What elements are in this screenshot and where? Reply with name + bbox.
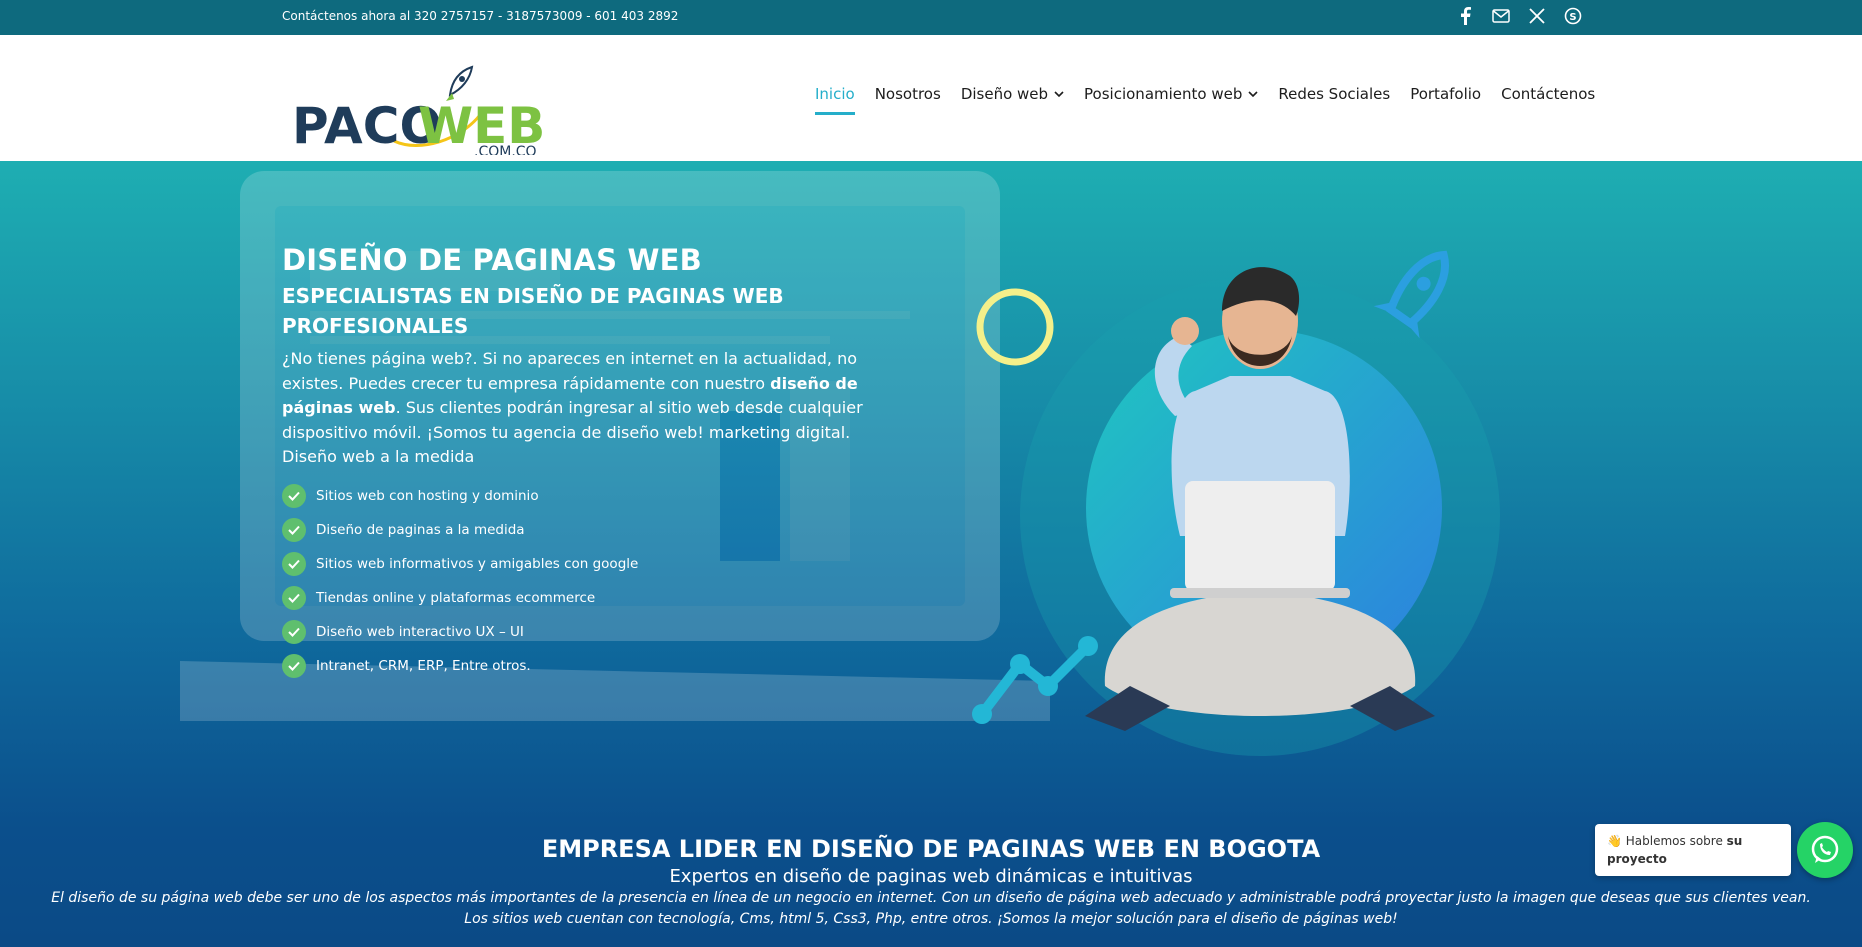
social-links: S <box>1455 6 1583 26</box>
section-body: El diseño de su página web debe ser uno … <box>51 890 1811 927</box>
nav-item-posicionamiento-web[interactable]: Posicionamiento web <box>1084 85 1258 103</box>
list-item-label: Sitios web con hosting y dominio <box>316 488 539 504</box>
email-icon[interactable] <box>1491 6 1511 26</box>
nav-item-nosotros[interactable]: Nosotros <box>875 85 941 103</box>
nav-item-redes-sociales[interactable]: Redes Sociales <box>1278 85 1390 103</box>
check-icon <box>282 654 306 678</box>
list-item: Sitios web informativos y amigables con … <box>282 547 638 581</box>
x-icon[interactable] <box>1527 6 1547 26</box>
list-item-label: Intranet, CRM, ERP, Entre otros. <box>316 658 531 674</box>
list-item: Diseño de paginas a la medida <box>282 513 638 547</box>
ring-decoration <box>976 288 1054 366</box>
list-item: Diseño web interactivo UX – UI <box>282 615 638 649</box>
trend-line-icon <box>972 636 1098 724</box>
list-item: Tiendas online y plataformas ecommerce <box>282 581 638 615</box>
check-icon <box>282 620 306 644</box>
hero-title: DISEÑO DE PAGINAS WEB <box>282 243 702 277</box>
section-subtitle: Expertos en diseño de paginas web dinámi… <box>669 866 1193 887</box>
whatsapp-icon <box>1811 835 1839 863</box>
list-item-label: Sitios web informativos y amigables con … <box>316 556 639 572</box>
list-item: Sitios web con hosting y dominio <box>282 479 638 513</box>
skype-icon[interactable]: S <box>1563 6 1583 26</box>
hero-illustration <box>972 250 1500 756</box>
hero-paragraph: ¿No tienes página web?. Si no apareces e… <box>282 347 912 470</box>
whatsapp-chat-bubble[interactable]: 👋 Hablemos sobre su proyecto <box>1595 824 1791 876</box>
list-item-label: Diseño de paginas a la medida <box>316 522 525 538</box>
check-icon <box>282 484 306 508</box>
hero-section: DISEÑO DE PAGINAS WEB ESPECIALISTAS EN D… <box>0 161 1862 947</box>
nav-item-inicio[interactable]: Inicio <box>815 85 855 115</box>
list-item-label: Diseño web interactivo UX – UI <box>316 624 524 640</box>
nav-label: Inicio <box>815 85 855 103</box>
check-icon <box>282 552 306 576</box>
nav-item-contactenos[interactable]: Contáctenos <box>1501 85 1595 103</box>
nav-item-portafolio[interactable]: Portafolio <box>1410 85 1481 103</box>
hero-paragraph-tagline: Diseño web a la medida <box>282 447 475 466</box>
chevron-down-icon <box>1054 90 1064 97</box>
check-icon <box>282 586 306 610</box>
main-nav: Inicio Nosotros Diseño web Posicionamien… <box>815 85 1595 115</box>
site-header: PACO WEB .COM.CO Inicio Nosotros Diseño … <box>0 35 1862 161</box>
section-title: EMPRESA LIDER EN DISEÑO DE PAGINAS WEB E… <box>541 835 1321 863</box>
nav-label: Portafolio <box>1410 85 1482 103</box>
contact-phones: Contáctenos ahora al 320 2757157 - 31875… <box>282 9 679 23</box>
nav-label: Nosotros <box>874 85 941 103</box>
chat-bubble-text: 👋 Hablemos sobre <box>1607 834 1727 848</box>
rocket-icon <box>446 65 474 101</box>
svg-text:.COM.CO: .COM.CO <box>474 144 537 155</box>
check-icon <box>282 518 306 542</box>
facebook-icon[interactable] <box>1455 6 1475 26</box>
nav-label: Redes Sociales <box>1278 85 1391 103</box>
list-item-label: Tiendas online y plataformas ecommerce <box>316 590 596 606</box>
hero-text-block: DISEÑO DE PAGINAS WEB ESPECIALISTAS EN D… <box>282 243 912 470</box>
svg-text:S: S <box>1569 12 1576 23</box>
nav-label: Diseño web <box>960 85 1049 103</box>
whatsapp-button[interactable] <box>1797 822 1853 878</box>
feature-list: Sitios web con hosting y dominio Diseño … <box>282 479 638 683</box>
logo[interactable]: PACO WEB .COM.CO <box>290 55 550 160</box>
nav-label: Posicionamiento web <box>1084 85 1243 103</box>
hero-subtitle: ESPECIALISTAS EN DISEÑO DE PAGINAS WEB P… <box>282 284 784 338</box>
top-bar: Contáctenos ahora al 320 2757157 - 31875… <box>0 0 1862 35</box>
nav-label: Contáctenos <box>1501 85 1596 103</box>
chevron-down-icon <box>1248 90 1258 97</box>
nav-item-diseno-web[interactable]: Diseño web <box>961 85 1064 103</box>
list-item: Intranet, CRM, ERP, Entre otros. <box>282 649 638 683</box>
